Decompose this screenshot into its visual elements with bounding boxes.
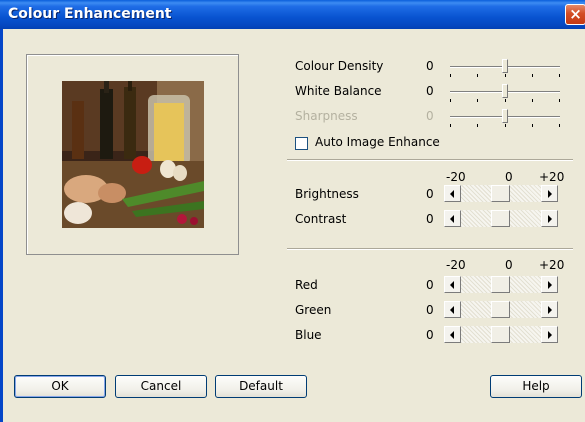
slider-tick: [450, 74, 451, 77]
red-label: Red: [295, 278, 318, 292]
white-balance-slider[interactable]: [450, 84, 560, 108]
scroll-left-icon[interactable]: [444, 185, 461, 202]
blue-label: Blue: [295, 328, 322, 342]
scroll-right-icon[interactable]: [541, 276, 558, 293]
scroll-left-icon[interactable]: [444, 276, 461, 293]
slider-tick: [450, 124, 451, 127]
scroll-right-icon[interactable]: [541, 301, 558, 318]
slider-tick: [477, 74, 478, 77]
scroll-thumb[interactable]: [491, 210, 510, 227]
scale-mid-label: 0: [505, 170, 513, 184]
contrast-label: Contrast: [295, 212, 347, 226]
slider-tick: [559, 99, 560, 102]
auto-image-enhance-label[interactable]: Auto Image Enhance: [315, 135, 440, 149]
preview-image: [62, 81, 204, 228]
colour-density-slider[interactable]: [450, 59, 560, 83]
slider-tick: [532, 74, 533, 77]
scroll-left-icon[interactable]: [444, 210, 461, 227]
red-scrollbar[interactable]: [444, 276, 558, 293]
scroll-right-icon[interactable]: [541, 185, 558, 202]
image-preview-frame: [26, 54, 239, 255]
white-balance-value: 0: [426, 84, 434, 98]
slider-tick: [532, 124, 533, 127]
brightness-scrollbar[interactable]: [444, 185, 558, 202]
blue-value: 0: [426, 328, 434, 342]
slider-tick: [505, 99, 506, 102]
scroll-thumb[interactable]: [491, 326, 510, 343]
slider-tick: [559, 124, 560, 127]
red-value: 0: [426, 278, 434, 292]
scale-min-label: -20: [446, 258, 466, 272]
scale-mid-label: 0: [505, 258, 513, 272]
blue-scrollbar[interactable]: [444, 326, 558, 343]
colour-density-label: Colour Density: [295, 59, 384, 73]
scroll-thumb[interactable]: [491, 301, 510, 318]
sharpness-label: Sharpness: [295, 109, 358, 123]
scale-max-label: +20: [539, 170, 565, 184]
window-title: Colour Enhancement: [8, 6, 172, 22]
scale-max-label: +20: [539, 258, 565, 272]
default-button[interactable]: Default: [215, 375, 307, 398]
contrast-scrollbar[interactable]: [444, 210, 558, 227]
white-balance-label: White Balance: [295, 84, 382, 98]
slider-tick: [505, 74, 506, 77]
contrast-value: 0: [426, 212, 434, 226]
scale-min-label: -20: [446, 170, 466, 184]
slider-tick: [532, 99, 533, 102]
slider-thumb[interactable]: [502, 84, 508, 98]
brightness-label: Brightness: [295, 187, 359, 201]
scroll-right-icon[interactable]: [541, 210, 558, 227]
scroll-left-icon[interactable]: [444, 301, 461, 318]
window-border: [0, 29, 3, 422]
slider-tick: [477, 124, 478, 127]
green-scrollbar[interactable]: [444, 301, 558, 318]
colour-density-value: 0: [426, 59, 434, 73]
title-bar[interactable]: Colour Enhancement ×: [0, 0, 585, 29]
slider-thumb[interactable]: [502, 59, 508, 73]
close-icon[interactable]: ×: [565, 4, 585, 25]
ok-button[interactable]: OK: [14, 375, 106, 398]
slider-tick: [505, 124, 506, 127]
scroll-thumb[interactable]: [491, 276, 510, 293]
scroll-right-icon[interactable]: [541, 326, 558, 343]
slider-thumb: [502, 109, 508, 123]
green-label: Green: [295, 303, 332, 317]
auto-image-enhance-checkbox[interactable]: [295, 137, 308, 150]
brightness-value: 0: [426, 187, 434, 201]
colour-enhancement-dialog: Colour Enhancement × Colour Density 0 Wh…: [0, 0, 585, 422]
scroll-left-icon[interactable]: [444, 326, 461, 343]
sharpness-slider: [450, 109, 560, 133]
green-value: 0: [426, 303, 434, 317]
help-button[interactable]: Help: [490, 375, 582, 398]
sharpness-value: 0: [426, 109, 434, 123]
slider-tick: [559, 74, 560, 77]
separator: [287, 248, 573, 250]
scroll-thumb[interactable]: [491, 185, 510, 202]
cancel-button[interactable]: Cancel: [115, 375, 207, 398]
slider-tick: [450, 99, 451, 102]
separator: [287, 159, 573, 161]
slider-tick: [477, 99, 478, 102]
